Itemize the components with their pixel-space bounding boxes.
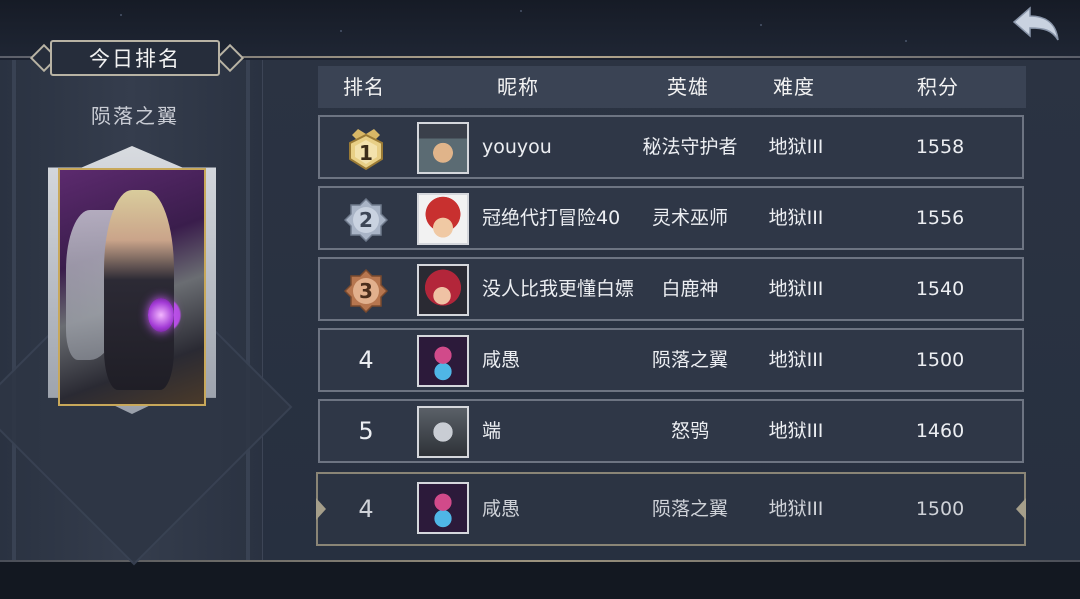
- score: 1500: [915, 349, 965, 371]
- hero-portrait: [58, 168, 206, 406]
- fallen-wing-avatar: [417, 335, 469, 387]
- hero-card[interactable]: [48, 146, 216, 414]
- hat-mage-avatar: [417, 122, 469, 174]
- back-button[interactable]: [1010, 6, 1062, 46]
- difficulty: 地狱III: [768, 136, 824, 158]
- my-rank-row[interactable]: 4 咸愚 陨落之翼 地狱III 1500: [316, 472, 1026, 546]
- header-rank: 排名: [343, 75, 385, 99]
- table-row[interactable]: 3 没人比我更懂白嫖 白鹿神 地狱III 1540: [318, 257, 1024, 321]
- nickname: 没人比我更懂白嫖: [482, 278, 635, 300]
- nickname: 端: [482, 420, 502, 442]
- rank-number: 2: [359, 208, 373, 232]
- rank-number: 5: [358, 417, 374, 445]
- selected-hero-name: 陨落之翼: [91, 104, 179, 128]
- hero-name: 秘法守护者: [642, 136, 738, 158]
- difficulty: 地狱III: [768, 278, 824, 300]
- hero-name: 陨落之翼: [651, 498, 728, 520]
- rank-number: 4: [358, 495, 374, 523]
- score: 1500: [915, 498, 965, 520]
- difficulty: 地狱III: [768, 420, 824, 442]
- score: 1540: [915, 278, 965, 300]
- nickname: 咸愚: [482, 498, 521, 520]
- rank-number: 4: [358, 346, 374, 374]
- table-header: 排名 昵称 英雄 难度 积分: [318, 66, 1026, 108]
- hero-name: 白鹿神: [661, 278, 719, 300]
- red-hood-girl-avatar: [417, 193, 469, 245]
- table-row[interactable]: 5 端 怒鸮 地狱III 1460: [318, 399, 1024, 463]
- nickname: youyou: [482, 136, 552, 158]
- back-arrow-icon: [1012, 6, 1059, 41]
- red-hair-avatar: [417, 264, 469, 316]
- header-nickname: 昵称: [497, 75, 539, 99]
- nickname: 咸愚: [482, 349, 521, 371]
- hero-name: 陨落之翼: [651, 349, 728, 371]
- rank-number: 3: [359, 279, 373, 303]
- silver-medal-icon: 2: [343, 196, 389, 243]
- hero-name: 怒鸮: [670, 420, 709, 442]
- owl-avatar: [417, 406, 469, 458]
- bottom-bar: [0, 560, 1080, 599]
- rank-number: 1: [359, 141, 373, 165]
- header-hero: 英雄: [667, 75, 709, 99]
- hero-name: 灵术巫师: [651, 207, 728, 229]
- gold-medal-icon: 1: [344, 125, 388, 171]
- bronze-medal-icon: 3: [343, 267, 389, 314]
- table-row[interactable]: 4 咸愚 陨落之翼 地狱III 1500: [318, 328, 1024, 392]
- title-tab: 今日排名: [28, 38, 245, 80]
- header-score: 积分: [917, 75, 959, 99]
- nickname: 冠绝代打冒险40: [482, 207, 621, 229]
- difficulty: 地狱III: [768, 498, 824, 520]
- table-row[interactable]: 1 youyou 秘法守护者 地狱III 1558: [318, 115, 1024, 179]
- difficulty: 地狱III: [768, 349, 824, 371]
- header-difficulty: 难度: [773, 75, 815, 99]
- score: 1460: [915, 420, 965, 442]
- score: 1558: [915, 136, 965, 158]
- table-row[interactable]: 2 冠绝代打冒险40 灵术巫师 地狱III 1556: [318, 186, 1024, 250]
- difficulty: 地狱III: [768, 207, 824, 229]
- fallen-wing-avatar: [417, 482, 469, 534]
- score: 1556: [915, 207, 965, 229]
- title-tab-label: 今日排名: [50, 40, 220, 76]
